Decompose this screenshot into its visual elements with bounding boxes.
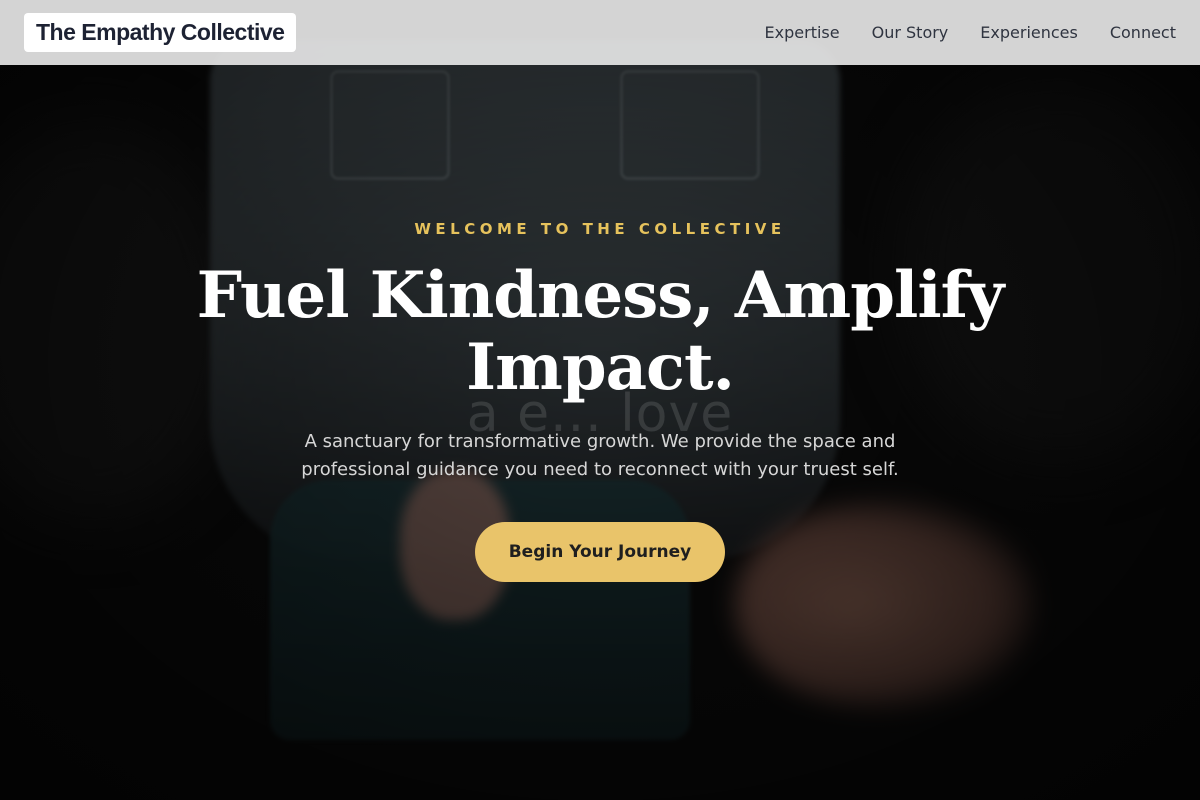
hero-headline: Fuel Kindness, Amplify Impact. bbox=[196, 258, 1005, 405]
begin-journey-button[interactable]: Begin Your Journey bbox=[475, 522, 725, 582]
hero-subtitle: A sanctuary for transformative growth. W… bbox=[301, 431, 899, 480]
hero-content: Welcome to the Collective a e... love Fu… bbox=[0, 0, 1200, 800]
hero-eyebrow: Welcome to the Collective bbox=[414, 220, 786, 238]
